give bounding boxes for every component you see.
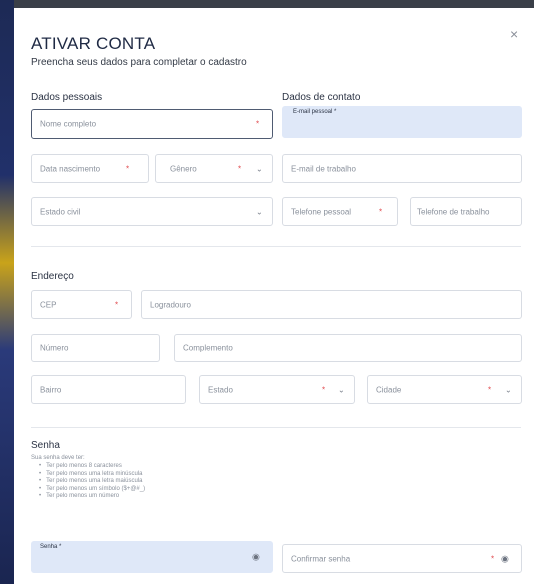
section-address: Endereço bbox=[31, 271, 74, 282]
eye-icon[interactable]: ◉ bbox=[252, 552, 260, 563]
password-rule: Ter pelo menos um símbolo ($+@#_) bbox=[39, 486, 145, 494]
divider bbox=[31, 246, 521, 247]
work-phone-placeholder: Telefone de trabalho bbox=[417, 207, 490, 216]
personal-email-label: E-mail pessoal * bbox=[293, 109, 337, 115]
section-password: Senha bbox=[31, 440, 60, 451]
birth-date-placeholder: Data nascimento bbox=[40, 164, 101, 173]
password-rules-list: Ter pelo menos 8 caracteres Ter pelo men… bbox=[39, 463, 145, 501]
complement-field[interactable]: Complemento bbox=[174, 334, 522, 362]
marital-status-select[interactable]: Estado civil ⌄ bbox=[31, 197, 273, 226]
gender-placeholder: Gênero bbox=[170, 164, 197, 173]
confirm-password-placeholder: Confirmar senha bbox=[291, 554, 351, 563]
personal-phone-placeholder: Telefone pessoal bbox=[291, 207, 352, 216]
state-select[interactable]: Estado * ⌄ bbox=[199, 375, 355, 404]
neighborhood-field[interactable]: Bairro bbox=[31, 375, 186, 404]
confirm-password-field[interactable]: Confirmar senha * ◉ bbox=[282, 544, 522, 573]
chevron-down-icon: ⌄ bbox=[256, 164, 263, 173]
street-placeholder: Logradouro bbox=[150, 300, 191, 309]
cep-placeholder: CEP bbox=[40, 300, 57, 309]
backdrop-top bbox=[0, 0, 534, 8]
chevron-down-icon: ⌄ bbox=[338, 385, 345, 394]
birth-date-field[interactable]: Data nascimento * bbox=[31, 154, 149, 183]
backdrop-left bbox=[0, 0, 14, 584]
chevron-down-icon: ⌄ bbox=[505, 385, 512, 394]
password-label: Senha * bbox=[40, 544, 62, 550]
full-name-field[interactable]: Nome completo * bbox=[31, 109, 273, 139]
work-email-field[interactable]: E-mail de trabalho bbox=[282, 154, 522, 183]
divider bbox=[31, 427, 521, 428]
personal-phone-field[interactable]: Telefone pessoal * bbox=[282, 197, 398, 226]
section-personal-data: Dados pessoais bbox=[31, 92, 103, 103]
street-field[interactable]: Logradouro bbox=[141, 290, 522, 319]
password-rule: Ter pelo menos um número bbox=[39, 493, 145, 501]
page-subtitle: Preencha seus dados para completar o cad… bbox=[31, 57, 247, 68]
number-field[interactable]: Número bbox=[31, 334, 160, 362]
marital-status-placeholder: Estado civil bbox=[40, 207, 81, 216]
city-placeholder: Cidade bbox=[376, 385, 402, 394]
required-marker: * bbox=[256, 119, 260, 129]
close-icon[interactable]: × bbox=[510, 26, 518, 42]
neighborhood-placeholder: Bairro bbox=[40, 385, 62, 394]
work-email-placeholder: E-mail de trabalho bbox=[291, 164, 356, 173]
required-marker: * bbox=[491, 554, 495, 563]
password-rule: Ter pelo menos uma letra minúscula bbox=[39, 471, 145, 479]
required-marker: * bbox=[238, 164, 242, 173]
city-select[interactable]: Cidade * ⌄ bbox=[367, 375, 522, 404]
required-marker: * bbox=[488, 385, 492, 394]
chevron-down-icon: ⌄ bbox=[256, 207, 263, 216]
password-rule: Ter pelo menos uma letra maiúscula bbox=[39, 478, 145, 486]
work-phone-field[interactable]: Telefone de trabalho bbox=[410, 197, 522, 226]
complement-placeholder: Complemento bbox=[183, 343, 233, 353]
full-name-placeholder: Nome completo bbox=[40, 119, 97, 129]
password-field[interactable]: Senha * ◉ bbox=[31, 541, 273, 573]
required-marker: * bbox=[126, 164, 130, 173]
personal-email-field[interactable]: E-mail pessoal * bbox=[282, 106, 522, 138]
password-rules-intro: Sua senha deve ter: bbox=[31, 455, 85, 461]
required-marker: * bbox=[379, 207, 383, 216]
eye-icon[interactable]: ◉ bbox=[501, 553, 509, 564]
gender-select[interactable]: Gênero * ⌄ bbox=[155, 154, 273, 183]
activate-account-modal: × ATIVAR CONTA Preencha seus dados para … bbox=[14, 8, 534, 584]
section-contact-data: Dados de contato bbox=[282, 92, 361, 103]
state-placeholder: Estado bbox=[208, 385, 233, 394]
required-marker: * bbox=[115, 300, 119, 309]
cep-field[interactable]: CEP * bbox=[31, 290, 132, 319]
number-placeholder: Número bbox=[40, 343, 69, 353]
password-rule: Ter pelo menos 8 caracteres bbox=[39, 463, 145, 471]
required-marker: * bbox=[322, 385, 326, 394]
page-title: ATIVAR CONTA bbox=[31, 34, 156, 53]
